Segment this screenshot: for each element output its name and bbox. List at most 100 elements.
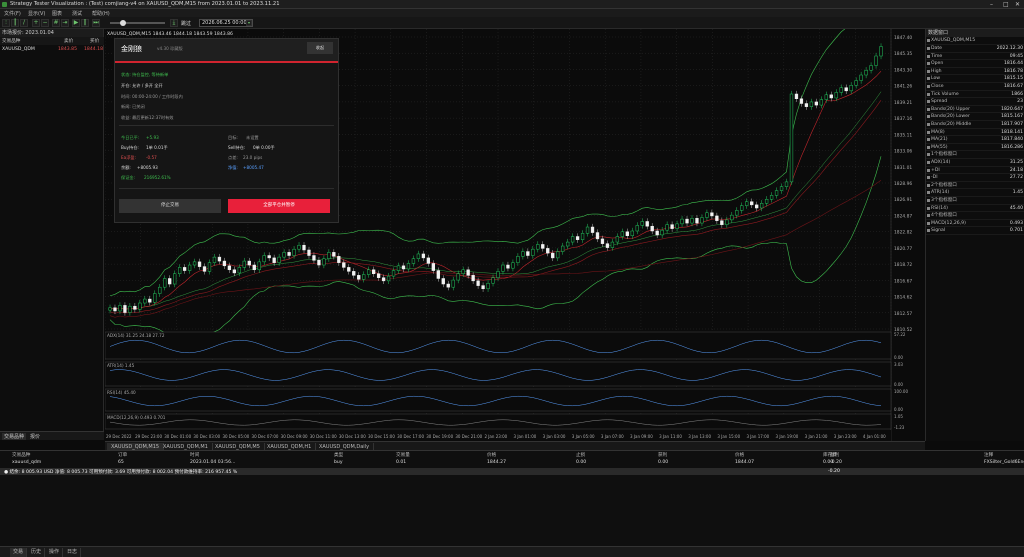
time-tick-label: 3 Jan 21:00 [805,434,828,439]
tab-operations[interactable]: 操作 [46,548,64,557]
candles-icon[interactable]: ┃ [11,19,19,27]
menu-chart[interactable]: 图表 [52,10,62,17]
trade-col-header: 交易品种 [12,453,31,458]
candle [630,230,634,236]
time-tick-label: 30 Dec 17:00 [397,434,424,439]
price-tick-label: 1822.82 [894,230,912,236]
data-window-row: Bands(20) Upper 1820.647 [926,106,1024,114]
time-tick-label: 3 Jan 09:00 [630,434,653,439]
candle [869,65,873,71]
pause-icon[interactable]: ‖ [81,19,89,27]
ea-version: v4.30 珍藏版 [157,46,183,51]
zoom-in-icon[interactable]: + [32,19,40,27]
candle [277,256,281,263]
price-tick-label: 1824.87 [894,213,912,219]
candle [118,305,122,312]
trade-cell: -0.20 [830,460,842,465]
minimize-icon[interactable]: – [990,1,993,8]
candle [764,199,769,204]
speed-slider[interactable] [110,20,165,26]
candle [541,244,545,249]
candle [506,264,510,269]
candle [158,286,162,294]
close-icon[interactable]: ✕ [1015,1,1020,8]
candle [650,225,654,232]
candle [635,225,639,232]
skip-icon[interactable]: ⤓ [170,19,178,27]
speed-slider-knob[interactable] [120,20,126,26]
indicator-icon [927,69,930,73]
menu-help[interactable]: 帮助(H) [92,10,110,17]
grid-icon[interactable]: # [52,19,60,27]
candle [735,210,739,216]
skip-label[interactable]: 跳过 [181,20,191,27]
data-window-row: Bands(20) Lower 1815.167 [926,113,1024,121]
indicator-icon [927,214,930,218]
data-window-value: 0.493 [1009,220,1023,226]
data-window-value: 45.40 [1009,205,1023,211]
balance-bar: ● 结余: 8 005.93 USD 净值: 8 005.73 可用预付款: 3… [0,468,1024,475]
candle [302,244,306,251]
data-window-row: 1个指标窗口 [926,151,1024,159]
indicator-icon [927,85,930,88]
candle [600,238,605,244]
data-window-row: High 1816.78 [926,68,1024,76]
data-window-row: Low 1815.15 [926,75,1024,83]
play-icon[interactable]: ▶ [72,19,80,27]
candle [640,221,644,226]
skip-date-input[interactable]: 2026.06.25 00:00 [199,19,253,27]
balance-label: 余额: [121,165,131,170]
time-tick-label: 29 Dec 2022 [106,434,132,439]
ea-time: 时间: 00:00-24:00 / 工作时段内 [121,94,183,99]
candle [481,285,485,290]
indicator-tick: 1.05 [894,414,903,419]
line-chart-icon[interactable]: ∕ [20,19,28,27]
candle [705,212,709,218]
calendar-dropdown-icon[interactable]: ▾ [246,20,252,26]
tab-trade[interactable]: 交易 [10,548,28,557]
menu-view[interactable]: 显示(V) [28,10,45,17]
indicator-icon [927,92,930,96]
price-tick-label: 1845.35 [894,51,912,57]
stop-trading-button[interactable]: 停止交易 [119,199,221,213]
data-window-value: 1816.67 [1004,84,1023,89]
tab-quotes[interactable]: 报价 [30,433,40,440]
candle [242,260,246,268]
candle [546,248,550,254]
candle [123,305,127,313]
indicator-icon [927,176,930,180]
data-window-label: 3个指标窗口 [931,198,957,203]
candle [849,85,853,92]
candle [879,46,883,57]
menu-file[interactable]: 文件(F) [4,10,21,17]
close-all-button[interactable]: 全部平仓并暂停 [228,199,330,213]
candle [212,256,217,263]
candle [660,229,664,236]
data-window-row: 2个指标窗口 [926,182,1024,190]
tab-symbols[interactable]: 交易品种 [2,433,27,440]
candle [675,223,679,229]
menu-test[interactable]: 测试 [72,10,82,17]
data-window-symbol-row: XAUUSD_QDM,M15 [926,37,1024,45]
collapse-button[interactable]: 收起 [307,42,333,54]
bar-chart-icon[interactable]: ⫶ [2,19,10,27]
candle [168,278,172,285]
data-window-value: 09:45 [1009,53,1023,59]
candle [536,244,540,250]
tab-journal[interactable]: 日志 [64,548,82,557]
market-watch-row[interactable]: XAUUSD_QDM 1843.85 1844.18 [0,46,104,54]
candle [332,252,336,257]
step-icon[interactable]: ⏭ [92,19,100,27]
candle [645,221,649,227]
tab-history[interactable]: 历史 [28,548,46,557]
data-window-row: MA(21) 1817.840 [926,136,1024,144]
scroll-icon[interactable]: ⇥ [61,19,69,27]
data-window-label: High [931,68,942,74]
maximize-icon[interactable]: □ [1003,1,1009,8]
candle [148,298,152,303]
trade-cell: FXSilter_Gold6Eng [984,460,1024,465]
candle [556,251,560,259]
candle [337,256,341,263]
zoom-out-icon[interactable]: − [41,19,49,27]
candle [690,218,694,224]
